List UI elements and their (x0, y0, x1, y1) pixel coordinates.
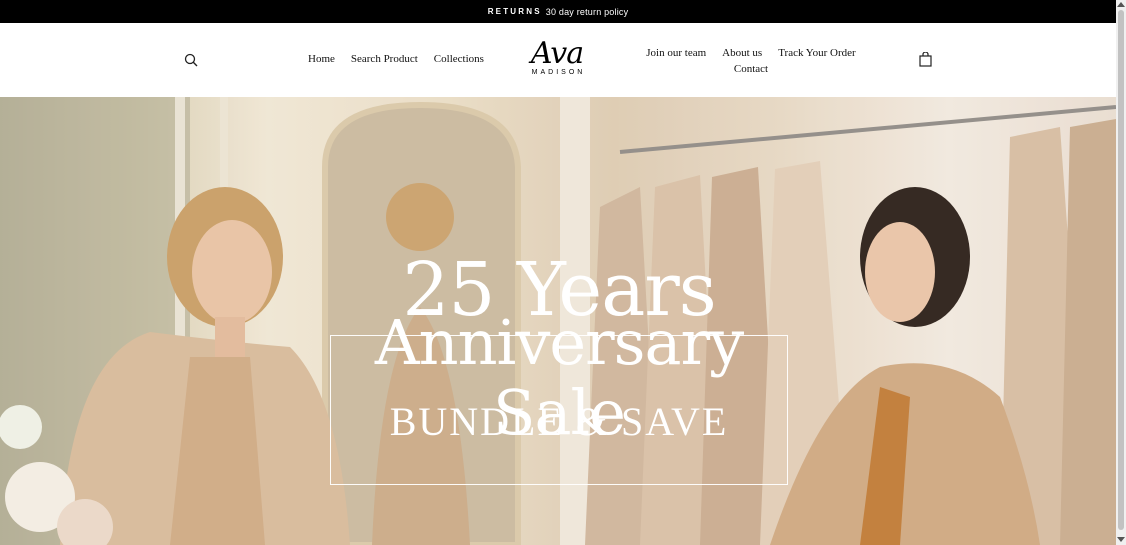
site-logo[interactable]: Ava MADISON (528, 36, 586, 80)
main-nav-left: Home Search Product Collections (308, 53, 484, 65)
page-scrollbar[interactable] (1116, 0, 1126, 545)
announcement-bold: RETURNS (487, 7, 542, 16)
nav-track-order[interactable]: Track Your Order (778, 45, 856, 61)
hero-subheading: BUNDLE & SAVE (389, 399, 729, 444)
logo-script: Ava (530, 36, 584, 71)
nav-collections[interactable]: Collections (434, 53, 484, 65)
site-header: Home Search Product Collections Ava MADI… (0, 23, 1116, 97)
scrollbar-thumb[interactable] (1118, 10, 1124, 530)
nav-search-product[interactable]: Search Product (351, 53, 418, 65)
announcement-bar: RETURNS 30 day return policy (0, 0, 1116, 23)
logo-subtitle: MADISON (531, 69, 586, 76)
nav-contact[interactable]: Contact (734, 61, 768, 77)
shopping-bag-icon[interactable] (919, 51, 932, 67)
search-icon[interactable] (184, 53, 198, 67)
scroll-up-arrow-icon[interactable] (1117, 2, 1125, 7)
main-nav-right: Join our team About us Track Your Order … (642, 45, 860, 77)
nav-about-us[interactable]: About us (722, 45, 762, 61)
announcement-text: 30 day return policy (545, 6, 629, 17)
nav-home[interactable]: Home (308, 53, 335, 65)
scroll-down-arrow-icon[interactable] (1117, 537, 1125, 542)
nav-join-our-team[interactable]: Join our team (646, 45, 706, 61)
